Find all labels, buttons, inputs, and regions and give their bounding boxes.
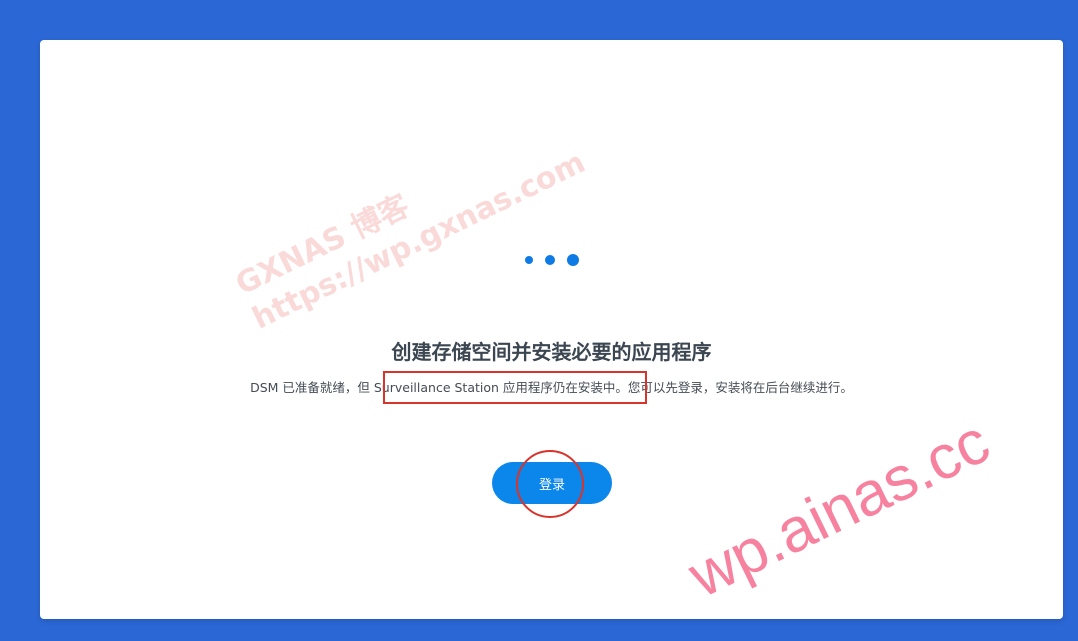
page-title: 创建存储空间并安装必要的应用程序 (391, 340, 712, 364)
loading-dot (544, 255, 555, 265)
loading-dot (524, 256, 533, 264)
setup-card: 创建存储空间并安装必要的应用程序 DSM 已准备就绪，但 Surveillanc… (40, 40, 1063, 619)
loading-dot (566, 254, 579, 266)
login-button[interactable]: 登录 (492, 462, 612, 504)
loading-dots-icon (40, 254, 1063, 266)
status-message: DSM 已准备就绪，但 Surveillance Station 应用程序仍在安… (250, 380, 853, 395)
